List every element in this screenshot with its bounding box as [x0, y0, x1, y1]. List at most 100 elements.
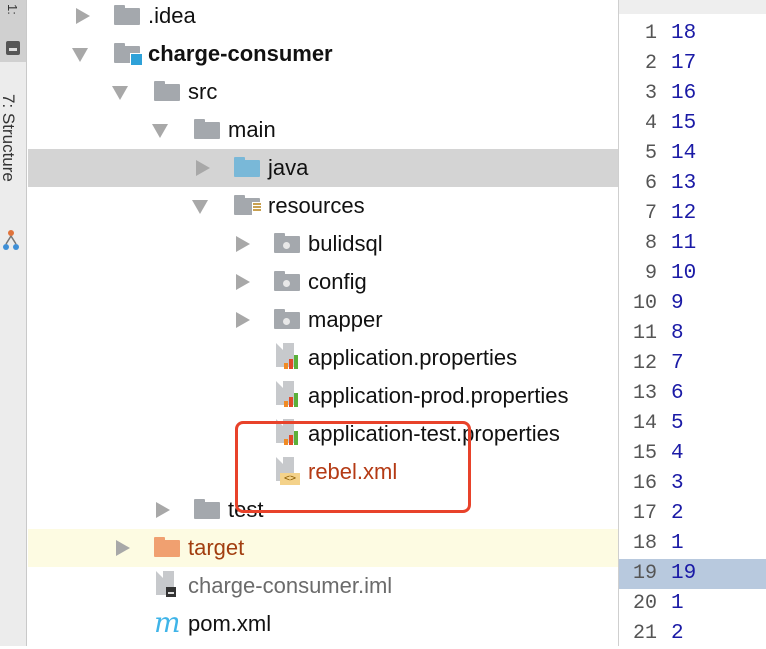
list-value: 10	[671, 262, 697, 285]
expand-arrow-icon[interactable]	[236, 312, 250, 328]
package-folder-icon	[274, 309, 300, 329]
tree-row-mapper[interactable]: mapper	[28, 301, 618, 339]
structure-tool-tab[interactable]: 7: Structure	[0, 94, 18, 182]
list-row[interactable]: 118	[619, 319, 766, 349]
list-row[interactable]: 15 4	[619, 439, 766, 469]
list-row[interactable]: 4 15	[619, 109, 766, 139]
list-row[interactable]: 1 18	[619, 19, 766, 49]
list-row[interactable]: 8 11	[619, 229, 766, 259]
expand-arrow-icon[interactable]	[236, 274, 250, 290]
tree-row-label: config	[308, 269, 367, 294]
line-number: 17	[632, 502, 657, 525]
line-number: 20	[632, 592, 657, 615]
project-tree[interactable]: .idea charge-consumer src main java reso…	[28, 0, 618, 646]
iml-file-icon	[156, 571, 180, 599]
line-number: 7	[644, 202, 657, 225]
tree-row-application-properties[interactable]: application.properties	[28, 339, 618, 377]
tree-row-idea[interactable]: .idea	[28, 0, 618, 35]
list-row[interactable]: 17 2	[619, 499, 766, 529]
list-row[interactable]: 19 19	[619, 559, 766, 589]
list-row[interactable]: 3 16	[619, 79, 766, 109]
list-row[interactable]: 14 5	[619, 409, 766, 439]
tree-row-java[interactable]: java	[28, 149, 618, 187]
expand-arrow-icon[interactable]	[196, 160, 210, 176]
tree-row-main[interactable]: main	[28, 111, 618, 149]
tree-row-label: application-prod.properties	[308, 383, 569, 408]
tree-row-label: target	[188, 535, 245, 560]
tree-row-label: main	[228, 117, 276, 142]
project-window-icon	[6, 41, 20, 55]
collapse-arrow-icon[interactable]	[152, 124, 168, 138]
line-number: 19	[632, 562, 657, 585]
project-tab-label: 1:	[5, 4, 20, 15]
properties-file-icon	[276, 343, 300, 371]
project-tool-tab[interactable]: 1:	[0, 0, 26, 62]
list-row[interactable]: 10 9	[619, 289, 766, 319]
line-number: 1	[644, 22, 657, 45]
list-row[interactable]: 7 12	[619, 199, 766, 229]
list-value: 19	[671, 562, 697, 585]
expand-arrow-icon[interactable]	[236, 236, 250, 252]
list-value: 7	[671, 352, 684, 375]
tree-row-resources[interactable]: resources	[28, 187, 618, 225]
line-number: 14	[632, 412, 657, 435]
list-row[interactable]: 13 6	[619, 379, 766, 409]
tree-row-label: resources	[268, 193, 365, 218]
structure-icon	[3, 230, 19, 250]
tree-row-src[interactable]: src	[28, 73, 618, 111]
expand-arrow-icon[interactable]	[76, 8, 90, 24]
list-row[interactable]: 12 7	[619, 349, 766, 379]
list-row[interactable]: 2 17	[619, 49, 766, 79]
list-row[interactable]: 6 13	[619, 169, 766, 199]
line-number: 8	[644, 232, 657, 255]
line-number: 10	[632, 292, 657, 315]
tree-row-pom-xml[interactable]: m pom.xml	[28, 605, 618, 643]
tree-row-target[interactable]: target	[28, 529, 618, 567]
list-row[interactable]: 18 1	[619, 529, 766, 559]
list-value: 17	[671, 52, 697, 75]
tree-row-charge-consumer-iml[interactable]: charge-consumer.iml	[28, 567, 618, 605]
list-value: 5	[671, 412, 684, 435]
list-row[interactable]: 21 2	[619, 619, 766, 649]
collapse-arrow-icon[interactable]	[192, 200, 208, 214]
list-value: 1	[671, 532, 684, 555]
list-row[interactable]: 9 10	[619, 259, 766, 289]
line-number: 12	[632, 352, 657, 375]
list-value: 4	[671, 442, 684, 465]
tree-row-charge-consumer[interactable]: charge-consumer	[28, 35, 618, 73]
line-number: 3	[644, 82, 657, 105]
folder-icon	[154, 81, 180, 101]
list-value: 9	[671, 292, 684, 315]
list-value: 16	[671, 82, 697, 105]
list-row[interactable]: 20 1	[619, 589, 766, 619]
list-value: 1	[671, 592, 684, 615]
tree-row-label: src	[188, 79, 218, 104]
list-value: 8	[671, 322, 684, 345]
list-value: 13	[671, 172, 697, 195]
list-value: 18	[671, 22, 697, 45]
tree-row-config[interactable]: config	[28, 263, 618, 301]
tree-row-label: pom.xml	[188, 611, 272, 636]
tree-row-label: charge-consumer	[148, 41, 333, 66]
list-value: 11	[671, 232, 697, 255]
line-number: 6	[644, 172, 657, 195]
line-number: 2	[644, 52, 657, 75]
tree-row-label: application.properties	[308, 345, 518, 370]
list-row[interactable]: 16 3	[619, 469, 766, 499]
tree-row-bulidsql[interactable]: bulidsql	[28, 225, 618, 263]
folder-icon	[194, 499, 220, 519]
list-row[interactable]: 5 14	[619, 139, 766, 169]
collapse-arrow-icon[interactable]	[112, 86, 128, 100]
resources-folder-icon	[234, 195, 262, 215]
expand-arrow-icon[interactable]	[116, 540, 130, 556]
numbered-list-panel[interactable]: 1 18 2 17 3 16 4 15 5 14 6 13 7 12 8 11 9 10 10 9 11 8 12 7 13 6 1…	[618, 0, 766, 646]
line-number: 21	[632, 622, 657, 645]
line-number: 15	[632, 442, 657, 465]
list-value: 3	[671, 472, 684, 495]
collapse-arrow-icon[interactable]	[72, 48, 88, 62]
line-number: 4	[644, 112, 657, 135]
tree-row-application-prod-properties[interactable]: application-prod.properties	[28, 377, 618, 415]
expand-arrow-icon[interactable]	[156, 502, 170, 518]
list-value: 6	[671, 382, 684, 405]
list-value: 2	[671, 622, 684, 645]
